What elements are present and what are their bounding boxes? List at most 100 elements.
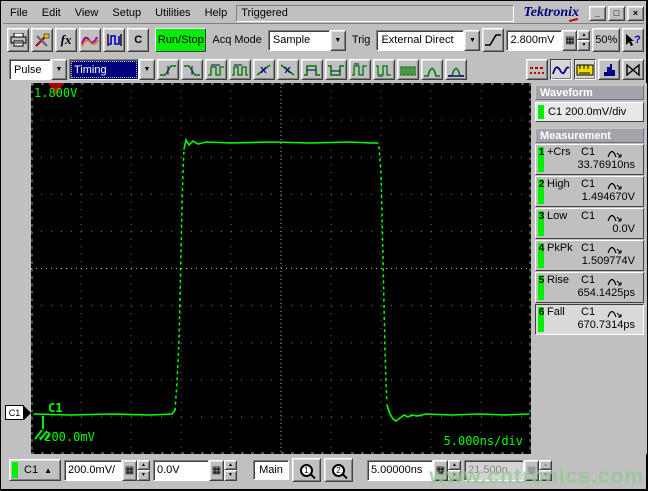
- chevron-up-icon: ▲: [44, 465, 52, 475]
- measurement-row[interactable]: 4 PkPk C1 1.509774V: [535, 240, 644, 271]
- area-button[interactable]: [445, 59, 467, 80]
- spin-down-button[interactable]: ▼: [577, 40, 591, 51]
- positive-width-button[interactable]: [301, 59, 323, 80]
- measurement-name: Low: [547, 210, 568, 222]
- waveform-trace: [386, 404, 530, 422]
- fall-time-button[interactable]: [181, 59, 203, 80]
- annotation-waveform-icon: [607, 278, 622, 286]
- tektronix-logo: Tektronix: [523, 5, 580, 20]
- fall-time-icon: [184, 64, 200, 76]
- measurement-row[interactable]: 6 Fall C1 670.7314ps: [535, 304, 644, 335]
- keypad-button[interactable]: ▦: [209, 459, 224, 481]
- negative-width-button[interactable]: [325, 59, 347, 80]
- menu-file[interactable]: File: [3, 5, 35, 21]
- watermark: www.cntronics.com: [429, 465, 644, 488]
- vertical-offset-input[interactable]: 0.0V: [153, 459, 209, 481]
- tools-button[interactable]: [31, 28, 54, 52]
- positive-duty-icon: [352, 63, 367, 76]
- spin-down-button[interactable]: ▼: [137, 470, 150, 481]
- waveform-button[interactable]: [79, 28, 102, 52]
- zoom1-button[interactable]: 1: [292, 458, 321, 482]
- trig-50pct-button[interactable]: 50%: [592, 28, 620, 52]
- category-dropdown[interactable]: ▼: [51, 59, 67, 80]
- measurement-category-select[interactable]: Pulse ▼: [9, 59, 67, 80]
- measurement-row[interactable]: 1 +Crs C1 33.76910ns: [535, 144, 644, 175]
- c-button[interactable]: C: [127, 28, 150, 52]
- burst-width-icon: [400, 65, 416, 76]
- spin-down-icon: ▼: [141, 472, 146, 479]
- acq-mode-label: Acq Mode: [212, 34, 262, 46]
- horizontal-scale-input[interactable]: 5.00000ns: [367, 459, 433, 481]
- maximize-button[interactable]: □: [608, 5, 625, 21]
- annotation-waveform-icon: [607, 214, 622, 222]
- spin-down-button[interactable]: ▼: [224, 470, 237, 481]
- keypad-icon: ▦: [211, 464, 222, 476]
- trig-level-input[interactable]: 2.800mV: [506, 29, 563, 51]
- negative-duty-button[interactable]: [373, 59, 395, 80]
- minimize-button[interactable]: _: [589, 5, 606, 21]
- waveform-display-button[interactable]: [550, 59, 572, 80]
- measurement-value: 654.1425ps: [577, 287, 636, 299]
- spin-up-icon: ▲: [141, 461, 146, 468]
- burst-width-button[interactable]: [397, 59, 419, 80]
- mask-test-button[interactable]: [622, 59, 644, 80]
- chevron-down-icon: ▼: [143, 66, 151, 73]
- menu-help[interactable]: Help: [198, 5, 235, 21]
- measurement-class-select[interactable]: Timing ▼: [69, 59, 155, 80]
- context-help-button[interactable]: ?: [621, 28, 644, 52]
- close-button[interactable]: ×: [627, 5, 644, 21]
- rise-time-button[interactable]: [157, 59, 179, 80]
- menu-view[interactable]: View: [68, 5, 106, 21]
- timebase-label: 5.000ns/div: [443, 434, 523, 448]
- measurement-display-button[interactable]: [574, 59, 596, 80]
- acq-mode-select[interactable]: Sample ▼: [267, 29, 346, 51]
- trig-source-dropdown[interactable]: ▼: [464, 29, 481, 51]
- menu-edit[interactable]: Edit: [35, 5, 68, 21]
- negative-cross-button[interactable]: [277, 59, 299, 80]
- channel-position-marker[interactable]: C1: [5, 405, 31, 420]
- annotation-waveform-icon: [607, 182, 622, 190]
- cursors-icon: [530, 66, 544, 74]
- vertical-scale-input[interactable]: 200.0mV/: [64, 459, 122, 481]
- spin-up-button[interactable]: ▲: [137, 459, 150, 470]
- print-button[interactable]: [7, 28, 30, 52]
- positive-duty-button[interactable]: [349, 59, 371, 80]
- top-voltage-label: 1.800V: [34, 86, 78, 100]
- spin-up-button[interactable]: ▲: [577, 29, 591, 40]
- measurement-row[interactable]: 3 Low C1 0.0V: [535, 208, 644, 239]
- peak-button[interactable]: [421, 59, 443, 80]
- trig-source-select[interactable]: External Direct ▼: [376, 29, 481, 51]
- measurement-source: C1: [581, 242, 596, 254]
- graticule[interactable]: 1.800V -200.0mV 5.000ns/div C1: [31, 83, 531, 454]
- menu-setup[interactable]: Setup: [105, 5, 148, 21]
- positive-cross-button[interactable]: [253, 59, 275, 80]
- measurement-row[interactable]: 5 Rise C1 654.1425ps: [535, 272, 644, 303]
- measurement-number: 4: [538, 243, 545, 254]
- trig-level-keypad-button[interactable]: ▦: [562, 29, 578, 51]
- measurement-toolbar: Pulse ▼ Timing ▼: [3, 57, 644, 82]
- zoom2-button[interactable]: 2: [324, 458, 353, 482]
- period-button[interactable]: [205, 59, 227, 80]
- channel-select-button[interactable]: C1 ▲: [9, 459, 61, 481]
- histogram-button[interactable]: [598, 59, 620, 80]
- menu-utilities[interactable]: Utilities: [148, 5, 197, 21]
- measurement-number: 2: [538, 179, 545, 190]
- math-button[interactable]: fx: [55, 28, 78, 52]
- class-dropdown[interactable]: ▼: [139, 59, 155, 80]
- keypad-button[interactable]: ▦: [122, 459, 137, 481]
- acq-mode-dropdown[interactable]: ▼: [329, 29, 346, 51]
- frequency-button[interactable]: [229, 59, 251, 80]
- measurement-number: 5: [538, 275, 545, 286]
- channel-marker-arrow-icon: [24, 405, 31, 420]
- cursors-button[interactable]: [526, 59, 548, 80]
- maximize-icon: □: [613, 7, 620, 18]
- histogram-icon: [601, 63, 617, 76]
- measurement-value: 1.494670V: [581, 191, 635, 203]
- spin-up-button[interactable]: ▲: [224, 459, 237, 470]
- waveform-list-item[interactable]: C1 200.0mV/div: [535, 102, 644, 122]
- trig-slope-button[interactable]: [482, 28, 505, 52]
- run-stop-button[interactable]: Run/Stop: [155, 28, 207, 52]
- pulse-button[interactable]: [103, 28, 126, 52]
- measurement-source: C1: [581, 306, 596, 318]
- measurement-row[interactable]: 2 High C1 1.494670V: [535, 176, 644, 207]
